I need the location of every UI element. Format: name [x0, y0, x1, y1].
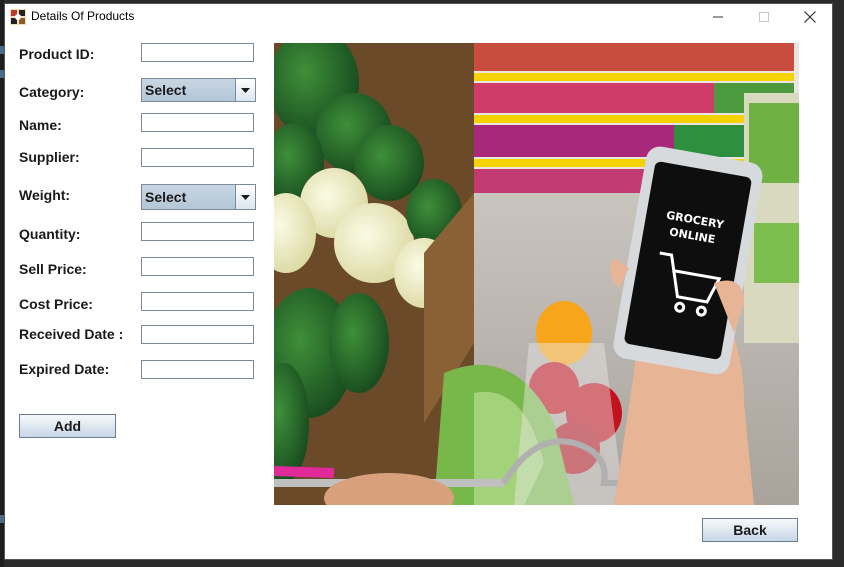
supplier-label: Supplier:	[19, 149, 80, 165]
received-date-label: Received Date :	[19, 326, 124, 342]
product-details-window: Details Of Products Product ID: Category…	[4, 3, 833, 560]
close-icon	[804, 11, 816, 23]
minimize-icon	[713, 16, 723, 18]
product-id-label: Product ID:	[19, 46, 95, 62]
add-button[interactable]: Add	[19, 414, 116, 438]
category-dropdown[interactable]: Select	[141, 78, 256, 102]
form-panel: Product ID: Category: Select Name: Suppl…	[5, 30, 832, 559]
chevron-down-icon[interactable]	[235, 185, 255, 209]
app-icon[interactable]	[10, 9, 26, 25]
back-button[interactable]: Back	[702, 518, 798, 542]
expired-date-label: Expired Date:	[19, 361, 110, 377]
product-id-field[interactable]	[141, 43, 254, 62]
weight-label: Weight:	[19, 187, 71, 203]
cost-price-field[interactable]	[141, 292, 254, 311]
minimize-button[interactable]	[695, 4, 741, 30]
window-title: Details Of Products	[31, 9, 135, 23]
chevron-down-icon[interactable]	[235, 79, 255, 101]
close-button[interactable]	[787, 4, 832, 30]
received-date-field[interactable]	[141, 325, 254, 344]
title-bar[interactable]: Details Of Products	[5, 4, 832, 30]
expired-date-field[interactable]	[141, 360, 254, 379]
sell-price-label: Sell Price:	[19, 261, 87, 277]
quantity-label: Quantity:	[19, 226, 81, 242]
quantity-field[interactable]	[141, 222, 254, 241]
weight-selected-value: Select	[145, 189, 187, 205]
category-label: Category:	[19, 84, 85, 100]
weight-dropdown[interactable]: Select	[141, 184, 256, 210]
sell-price-field[interactable]	[141, 257, 254, 276]
cost-price-label: Cost Price:	[19, 296, 93, 312]
name-field[interactable]	[141, 113, 254, 132]
maximize-icon	[759, 12, 769, 22]
supplier-field[interactable]	[141, 148, 254, 167]
grocery-online-image: GROCERY ONLINE	[274, 43, 799, 505]
category-selected-value: Select	[145, 82, 187, 98]
name-label: Name:	[19, 117, 62, 133]
maximize-button[interactable]	[741, 4, 787, 30]
